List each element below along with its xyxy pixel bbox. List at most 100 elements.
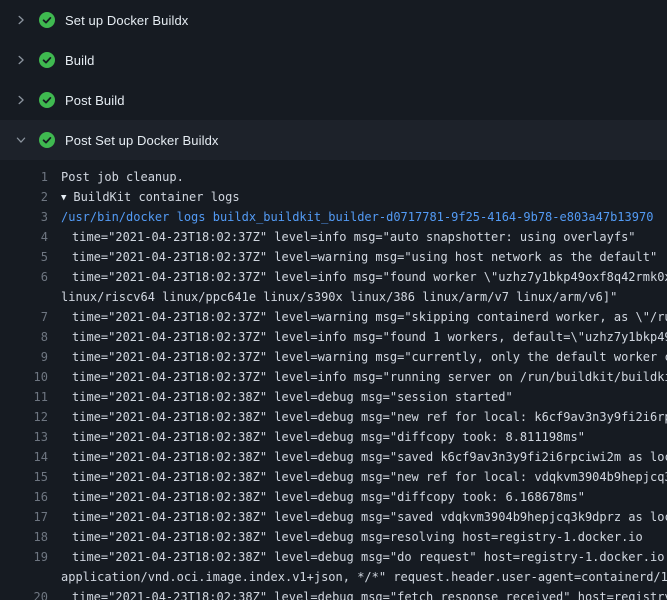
log-text: time="2021-04-23T18:02:37Z" level=warnin… [72, 310, 667, 324]
line-number[interactable]: 8 [0, 327, 48, 347]
log-text-cell: application/vnd.oci.image.index.v1+json,… [61, 567, 667, 587]
log-text-cell: time="2021-04-23T18:02:37Z" level=warnin… [72, 347, 667, 367]
log-text-cell: linux/riscv64 linux/ppc641e linux/s390x … [61, 287, 617, 307]
line-number[interactable]: 12 [0, 407, 48, 427]
log-group-title[interactable]: BuildKit container logs [73, 190, 239, 204]
log-text: time="2021-04-23T18:02:37Z" level=info m… [72, 330, 667, 344]
line-number[interactable]: 16 [0, 487, 48, 507]
log-line: 14 time="2021-04-23T18:02:38Z" level=debu… [0, 447, 667, 467]
log-text: time="2021-04-23T18:02:37Z" level=info m… [72, 230, 636, 244]
chevron-down-icon [13, 132, 29, 148]
log-line: 1 Post job cleanup. [0, 167, 667, 187]
line-number[interactable]: 7 [0, 307, 48, 327]
log-text: time="2021-04-23T18:02:37Z" level=info m… [72, 370, 667, 384]
step-header-set-up-docker-buildx[interactable]: Set up Docker Buildx [0, 0, 667, 40]
line-number[interactable]: 18 [0, 527, 48, 547]
log-line: 19 time="2021-04-23T18:02:38Z" level=debu… [0, 547, 667, 567]
log-line: 18 time="2021-04-23T18:02:38Z" level=debu… [0, 527, 667, 547]
success-check-icon [39, 92, 55, 108]
log-text: time="2021-04-23T18:02:38Z" level=debug … [72, 450, 667, 464]
line-number[interactable]: 20 [0, 587, 48, 600]
step-header-post-set-up-docker-buildx[interactable]: Post Set up Docker Buildx [0, 120, 667, 160]
step-header-build[interactable]: Build [0, 40, 667, 80]
log-line: 6 time="2021-04-23T18:02:37Z" level=info … [0, 267, 667, 287]
log-text-cell: time="2021-04-23T18:02:37Z" level=info m… [72, 367, 667, 387]
line-number[interactable]: 2 [0, 187, 48, 207]
log-line: 20 time="2021-04-23T18:02:38Z" level=debu… [0, 587, 667, 600]
step-label: Set up Docker Buildx [65, 13, 188, 28]
line-number [0, 287, 48, 307]
line-number[interactable]: 6 [0, 267, 48, 287]
log-text: time="2021-04-23T18:02:37Z" level=info m… [72, 270, 667, 284]
success-check-icon [39, 52, 55, 68]
log-text: time="2021-04-23T18:02:38Z" level=debug … [72, 410, 667, 424]
log-text: time="2021-04-23T18:02:38Z" level=debug … [72, 530, 643, 544]
success-check-icon [39, 12, 55, 28]
log-line: 3/usr/bin/docker logs buildx_buildkit_bu… [0, 207, 667, 227]
log-text: Post job cleanup. [61, 170, 184, 184]
chevron-right-icon [13, 52, 29, 68]
line-number [0, 567, 48, 587]
line-number[interactable]: 4 [0, 227, 48, 247]
log-text-cell: /usr/bin/docker logs buildx_buildkit_bui… [61, 207, 653, 227]
chevron-right-icon [13, 12, 29, 28]
log-line-continuation: linux/riscv64 linux/ppc641e linux/s390x … [0, 287, 667, 307]
line-number[interactable]: 10 [0, 367, 48, 387]
log-text: time="2021-04-23T18:02:37Z" level=warnin… [72, 350, 667, 364]
chevron-right-icon [13, 92, 29, 108]
log-text: time="2021-04-23T18:02:38Z" level=debug … [72, 390, 513, 404]
log-text-cell: time="2021-04-23T18:02:38Z" level=debug … [72, 387, 513, 407]
workflow-log-viewer: Set up Docker Buildx Build Post Build Post … [0, 0, 667, 600]
step-label: Post Set up Docker Buildx [65, 133, 219, 148]
log-line: 5 time="2021-04-23T18:02:37Z" level=warni… [0, 247, 667, 267]
log-text-cell: time="2021-04-23T18:02:37Z" level=warnin… [72, 307, 667, 327]
step-label: Post Build [65, 93, 125, 108]
log-line: 10 time="2021-04-23T18:02:37Z" level=info… [0, 367, 667, 387]
log-text-cell: time="2021-04-23T18:02:38Z" level=debug … [72, 547, 667, 567]
log-group-expanded-triangle-icon[interactable]: ▼ [61, 188, 66, 208]
log-line: 2 ▼ BuildKit container logs [0, 187, 667, 207]
line-number[interactable]: 11 [0, 387, 48, 407]
log-content: 1 Post job cleanup. 2 ▼ BuildKit container l… [0, 160, 667, 600]
log-line: 15 time="2021-04-23T18:02:38Z" level=debu… [0, 467, 667, 487]
log-line: 8 time="2021-04-23T18:02:37Z" level=info … [0, 327, 667, 347]
log-line: 16 time="2021-04-23T18:02:38Z" level=debu… [0, 487, 667, 507]
step-label: Build [65, 53, 94, 68]
log-text: time="2021-04-23T18:02:38Z" level=debug … [72, 470, 667, 484]
log-text-cell: time="2021-04-23T18:02:38Z" level=debug … [72, 487, 585, 507]
step-list: Set up Docker Buildx Build Post Build Post … [0, 0, 667, 160]
log-line: 13 time="2021-04-23T18:02:38Z" level=debu… [0, 427, 667, 447]
line-number[interactable]: 13 [0, 427, 48, 447]
log-text: time="2021-04-23T18:02:38Z" level=debug … [72, 590, 667, 600]
log-text-cell: time="2021-04-23T18:02:37Z" level=info m… [72, 267, 667, 287]
log-text-cell: time="2021-04-23T18:02:38Z" level=debug … [72, 407, 667, 427]
line-number[interactable]: 3 [0, 207, 48, 227]
line-number[interactable]: 19 [0, 547, 48, 567]
line-number[interactable]: 5 [0, 247, 48, 267]
log-text: application/vnd.oci.image.index.v1+json,… [61, 570, 667, 584]
log-text-cell: time="2021-04-23T18:02:38Z" level=debug … [72, 507, 667, 527]
log-line: 12 time="2021-04-23T18:02:38Z" level=debu… [0, 407, 667, 427]
log-line: 4 time="2021-04-23T18:02:37Z" level=info … [0, 227, 667, 247]
log-text-cell: time="2021-04-23T18:02:37Z" level=info m… [72, 327, 667, 347]
log-text-cell: time="2021-04-23T18:02:38Z" level=debug … [72, 587, 667, 600]
log-line: 9 time="2021-04-23T18:02:37Z" level=warni… [0, 347, 667, 367]
log-command-text: /usr/bin/docker logs buildx_buildkit_bui… [61, 210, 653, 224]
log-line: 17 time="2021-04-23T18:02:38Z" level=debu… [0, 507, 667, 527]
log-text-cell: Post job cleanup. [61, 167, 184, 187]
log-text: time="2021-04-23T18:02:38Z" level=debug … [72, 510, 667, 524]
log-text-cell: time="2021-04-23T18:02:37Z" level=warnin… [72, 247, 657, 267]
log-text-cell: ▼ BuildKit container logs [61, 187, 240, 207]
log-text-cell: time="2021-04-23T18:02:38Z" level=debug … [72, 447, 667, 467]
log-text: time="2021-04-23T18:02:37Z" level=warnin… [72, 250, 657, 264]
log-text: time="2021-04-23T18:02:38Z" level=debug … [72, 430, 585, 444]
log-text-cell: time="2021-04-23T18:02:38Z" level=debug … [72, 427, 585, 447]
log-text: time="2021-04-23T18:02:38Z" level=debug … [72, 490, 585, 504]
step-header-post-build[interactable]: Post Build [0, 80, 667, 120]
success-check-icon [39, 132, 55, 148]
line-number[interactable]: 14 [0, 447, 48, 467]
line-number[interactable]: 17 [0, 507, 48, 527]
line-number[interactable]: 15 [0, 467, 48, 487]
line-number[interactable]: 1 [0, 167, 48, 187]
line-number[interactable]: 9 [0, 347, 48, 367]
